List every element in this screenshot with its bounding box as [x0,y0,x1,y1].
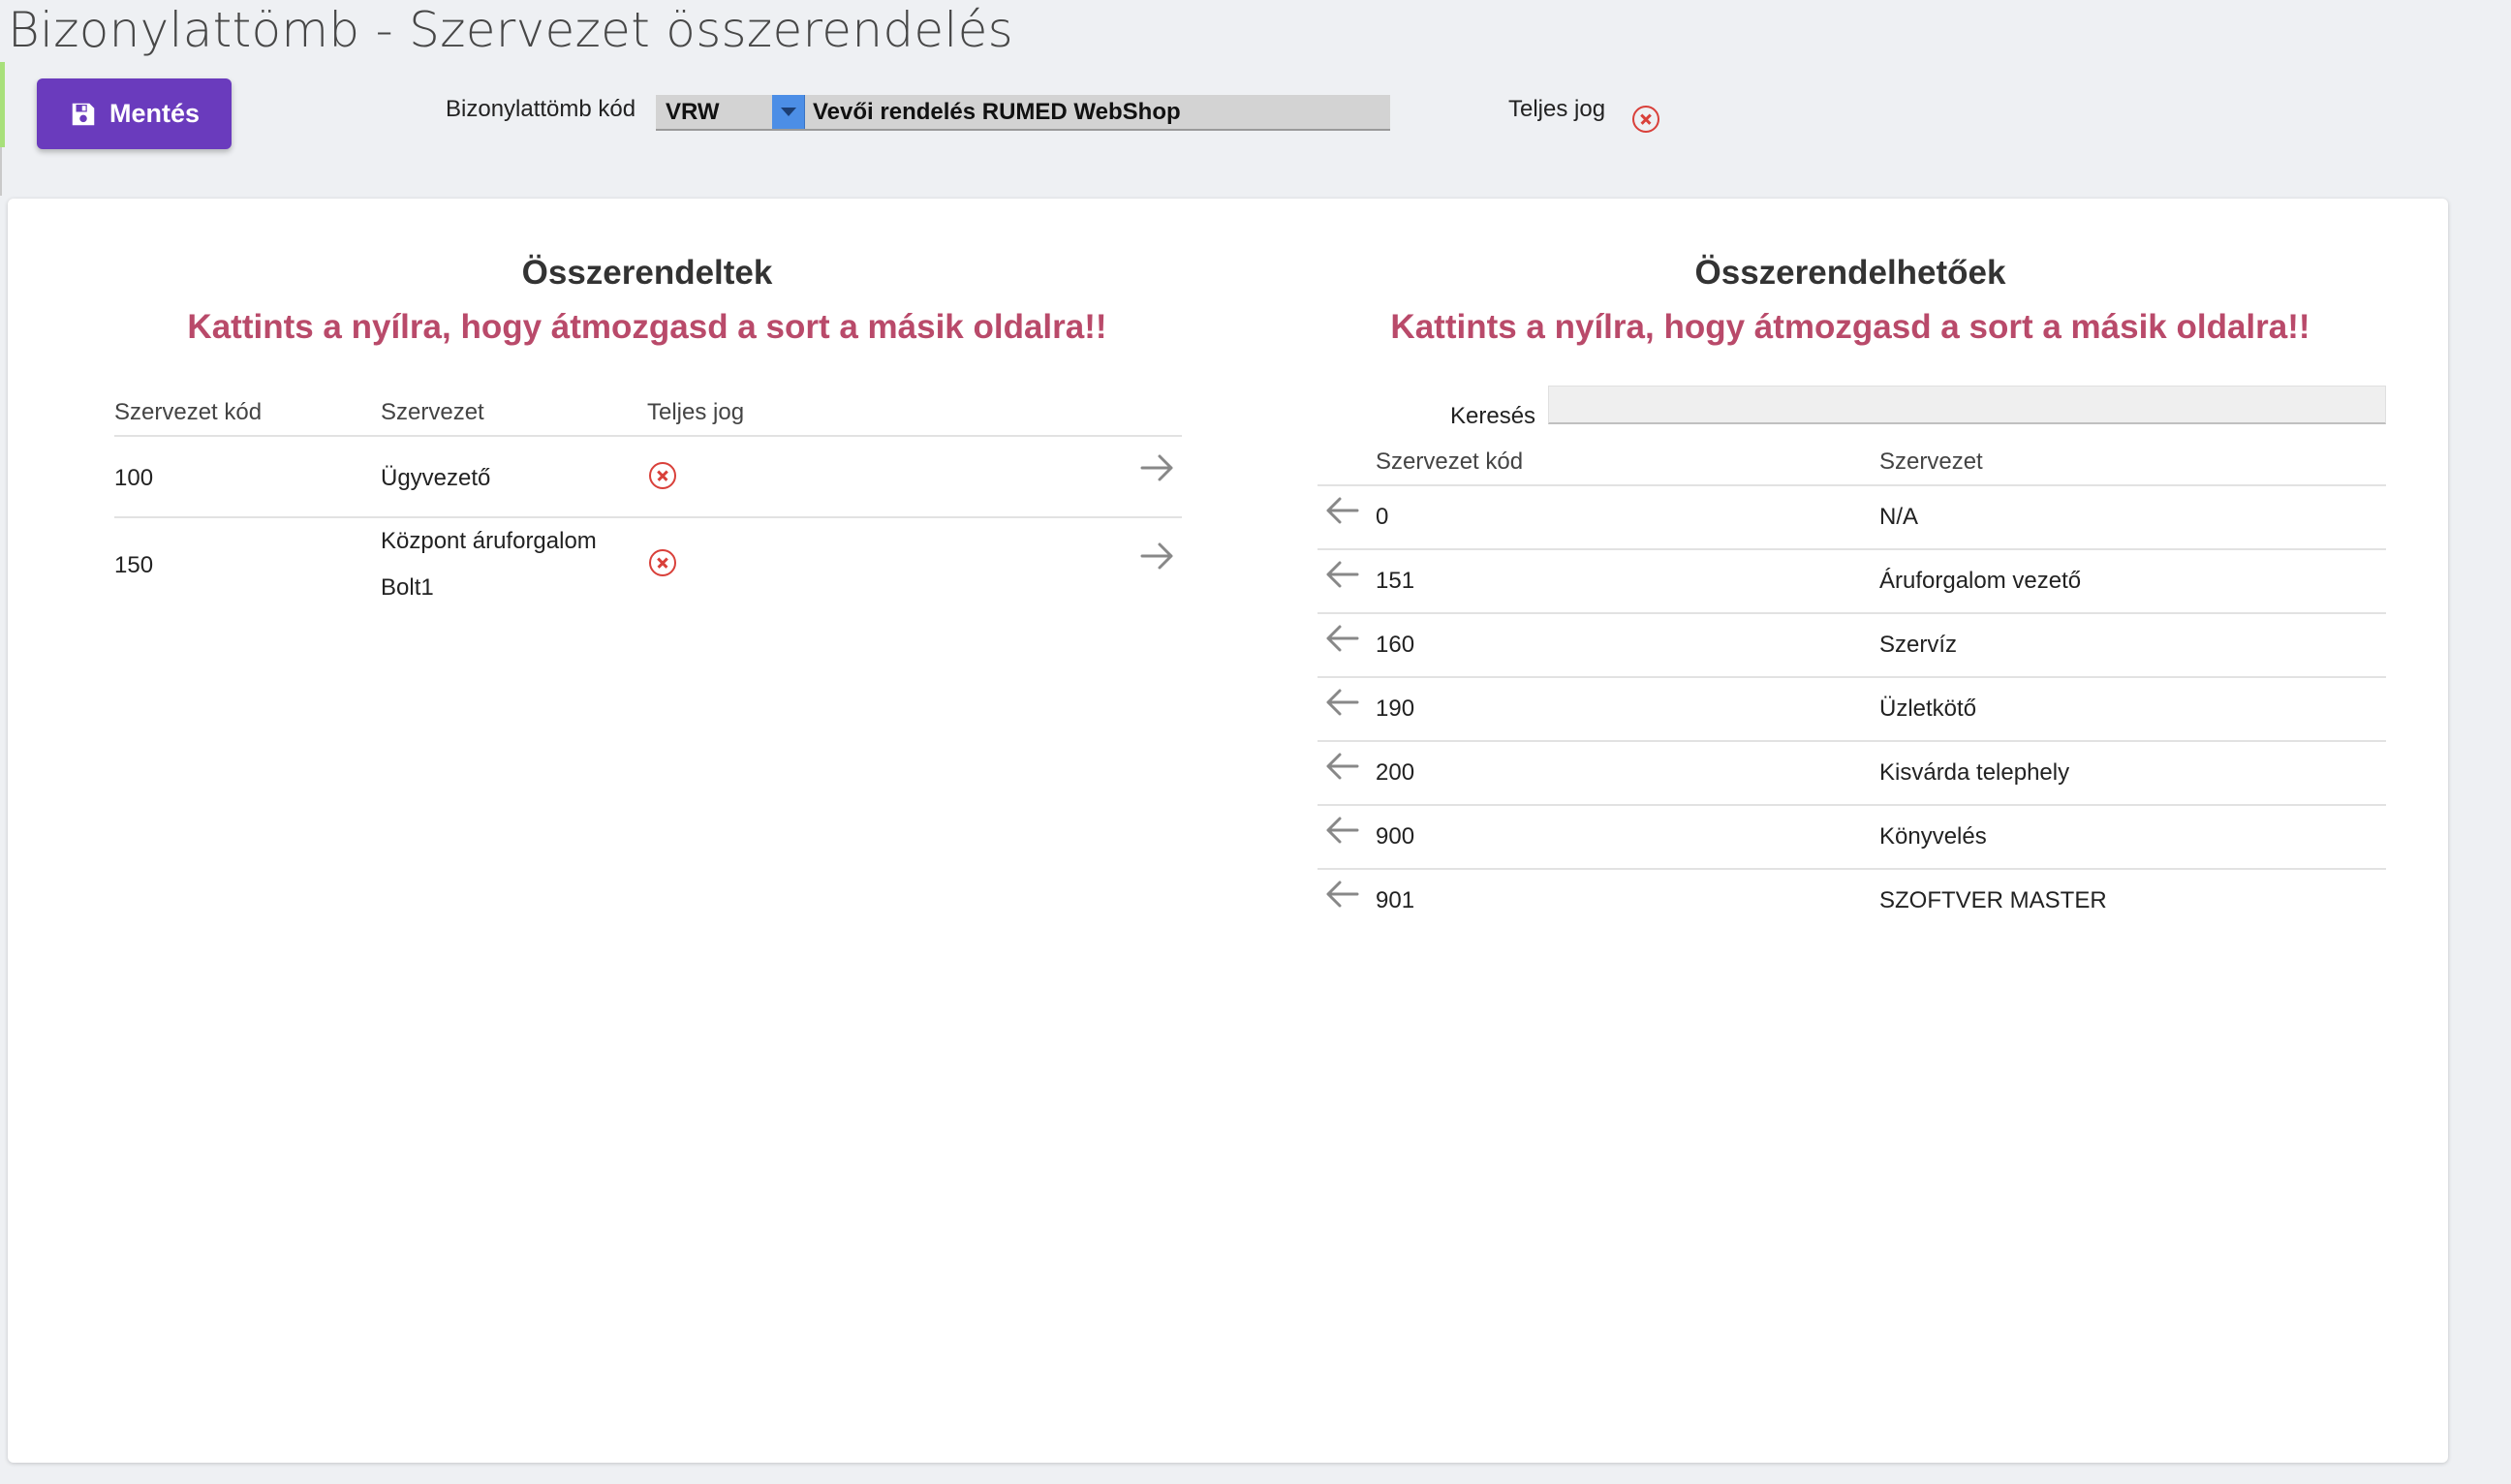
block-code-value: VRW [666,98,720,125]
row-divider [1318,804,2386,806]
row-code: 200 [1376,759,1415,786]
assigned-title: Összerendeltek [521,254,773,292]
row-code: 160 [1376,632,1415,658]
arrow-left-icon[interactable] [1322,814,1361,847]
table-divider [114,435,1182,437]
row-org: Üzletkötő [1879,696,1977,722]
row-code: 900 [1376,823,1415,850]
arrow-left-icon[interactable] [1322,622,1361,655]
row-code: 150 [114,552,154,578]
row-org: Szervíz [1879,632,1958,658]
search-label: Keresés [1450,403,1536,429]
left-accent-bar [0,62,5,147]
arrow-right-icon[interactable] [1138,451,1177,484]
row-divider [1318,676,2386,678]
row-code: 100 [114,465,154,491]
arrow-left-icon[interactable] [1322,750,1361,783]
search-input[interactable] [1548,386,2386,424]
row-divider [1318,740,2386,742]
row-divider [114,516,1182,518]
row-code: 190 [1376,696,1415,722]
full-right-label: Teljes jog [1508,96,1606,122]
dropdown-toggle[interactable] [772,95,805,129]
row-code: 901 [1376,887,1415,913]
row-code: 0 [1376,504,1389,530]
col-head-full-right: Teljes jog [647,399,745,425]
floppy-disk-icon [72,103,95,125]
page-title: Bizonylattömb - Szervezet összerendelés [8,2,1014,58]
available-title: Összerendelhetőek [1694,254,2006,292]
chevron-down-icon [780,108,796,116]
row-divider [1318,548,2386,550]
x-circle-icon[interactable] [649,549,676,576]
row-org: Központ áruforgalom [381,528,597,554]
block-code-select[interactable]: VRW Vevői rendelés RUMED WebShop [656,95,1390,131]
block-name-value: Vevői rendelés RUMED WebShop [813,98,1181,125]
row-org: SZOFTVER MASTER [1879,887,2107,913]
row-org: Könyvelés [1879,823,1987,850]
col-head-code: Szervezet kód [1376,448,1524,475]
arrow-left-icon[interactable] [1322,686,1361,719]
col-head-org: Szervezet [1879,448,1983,475]
row-org: Áruforgalom vezető [1879,568,2082,594]
save-button[interactable]: Mentés [37,78,232,149]
table-divider [1318,484,2386,486]
arrow-left-icon[interactable] [1322,494,1361,527]
arrow-left-icon[interactable] [1322,558,1361,591]
col-head-org: Szervezet [381,399,484,425]
x-circle-icon[interactable] [649,462,676,489]
row-org: Ügyvezető [381,465,491,491]
col-head-code: Szervezet kód [114,399,263,425]
row-org: N/A [1879,504,1919,530]
left-accent-bar-secondary [0,147,2,196]
row-code: 151 [1376,568,1415,594]
row-org-line2: Bolt1 [381,574,434,601]
row-divider [1318,868,2386,870]
save-button-label: Mentés [108,99,201,128]
x-circle-icon[interactable] [1632,106,1659,133]
assigned-hint: Kattints a nyílra, hogy átmozgasd a sort… [187,308,1107,346]
arrow-left-icon[interactable] [1322,878,1361,911]
row-divider [1318,612,2386,614]
arrow-right-icon[interactable] [1138,540,1177,572]
block-code-label: Bizonylattömb kód [446,96,636,122]
available-hint: Kattints a nyílra, hogy átmozgasd a sort… [1390,308,2310,346]
row-org: Kisvárda telephely [1879,759,2070,786]
